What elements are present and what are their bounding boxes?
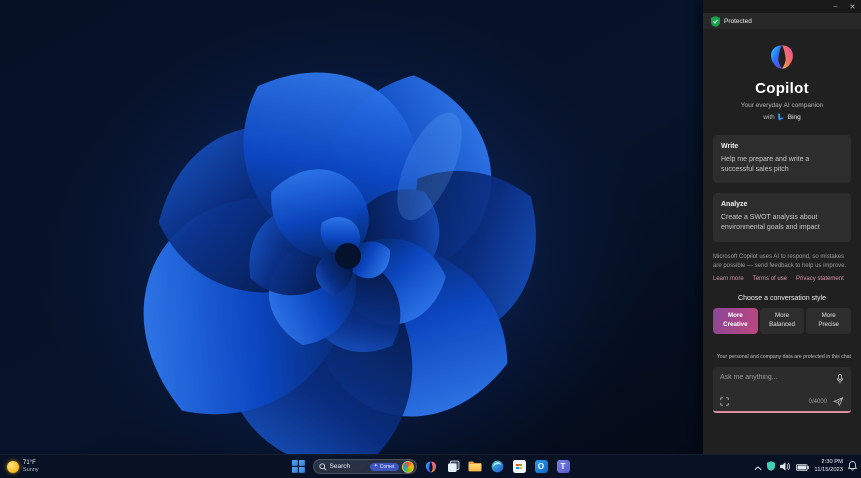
link-terms-of-use[interactable]: Terms of use bbox=[753, 276, 787, 282]
suggestion-card-analyze[interactable]: Analyze Create a SWOT analysis about env… bbox=[713, 193, 851, 241]
search-icon bbox=[319, 463, 327, 471]
style-option-line: Creative bbox=[723, 321, 747, 330]
protected-shield-icon bbox=[711, 16, 720, 27]
search-placeholder: Search bbox=[330, 463, 351, 470]
edge-icon bbox=[491, 460, 504, 473]
speaker-icon[interactable] bbox=[780, 458, 791, 476]
outlook-letter: O bbox=[538, 462, 544, 471]
tray-time: 2:30 PM bbox=[821, 459, 843, 466]
teams-button[interactable]: T bbox=[556, 459, 571, 474]
weather-widget[interactable]: 71°F Sunny bbox=[2, 455, 44, 478]
copilot-logo bbox=[767, 42, 797, 72]
privacy-note: Your personal and company data are prote… bbox=[713, 353, 851, 360]
windows-start-icon bbox=[292, 460, 305, 473]
send-icon[interactable] bbox=[833, 397, 844, 406]
close-button[interactable]: ✕ bbox=[844, 0, 861, 13]
store-button[interactable] bbox=[512, 459, 527, 474]
ai-disclaimer: Microsoft Copilot uses AI to respond, so… bbox=[713, 253, 851, 272]
style-option-line: More bbox=[775, 312, 789, 321]
copilot-title: Copilot bbox=[755, 80, 809, 97]
conversation-style-group: More Creative More Balanced More Precise bbox=[713, 308, 851, 334]
protected-badge: Protected bbox=[703, 13, 861, 29]
card-title: Analyze bbox=[721, 201, 843, 208]
mic-icon[interactable] bbox=[836, 374, 844, 384]
panel-content: Copilot Your everyday AI companion with … bbox=[703, 29, 861, 455]
minimize-button[interactable]: – bbox=[827, 0, 844, 13]
with-text: with bbox=[763, 114, 775, 121]
style-more-balanced[interactable]: More Balanced bbox=[760, 308, 805, 334]
security-shield-icon[interactable] bbox=[767, 458, 775, 476]
teams-letter: T bbox=[561, 462, 566, 471]
privacy-note-text: Your personal and company data are prote… bbox=[717, 354, 851, 360]
desktop: – ✕ Protected bbox=[0, 0, 861, 478]
bing-label: Bing bbox=[788, 114, 801, 121]
link-learn-more[interactable]: Learn more bbox=[713, 276, 744, 282]
outlook-icon: O bbox=[535, 460, 548, 473]
style-option-line: Balanced bbox=[769, 321, 795, 330]
copilot-panel: – ✕ Protected bbox=[703, 0, 861, 455]
card-title: Write bbox=[721, 143, 843, 150]
store-icon bbox=[513, 460, 526, 473]
tray-date: 11/15/2023 bbox=[814, 467, 843, 474]
edge-button[interactable] bbox=[490, 459, 505, 474]
battery-icon[interactable] bbox=[796, 458, 809, 476]
teams-icon: T bbox=[557, 460, 570, 473]
card-body: Help me prepare and write a successful s… bbox=[721, 155, 843, 175]
suggestion-card-write[interactable]: Write Help me prepare and write a succes… bbox=[713, 135, 851, 183]
task-view-button[interactable] bbox=[446, 459, 461, 474]
weather-condition: Sunny bbox=[23, 467, 39, 474]
style-chooser-heading: Choose a conversation style bbox=[738, 295, 826, 302]
msn-circle-icon[interactable] bbox=[402, 461, 414, 473]
chat-input[interactable] bbox=[720, 374, 832, 381]
task-view-icon bbox=[447, 460, 460, 473]
style-more-creative[interactable]: More Creative bbox=[713, 308, 758, 334]
search-box[interactable]: Search ✦ Comet bbox=[313, 459, 417, 474]
outlook-button[interactable]: O bbox=[534, 459, 549, 474]
sun-icon bbox=[7, 461, 19, 473]
with-bing-row: with Bing bbox=[763, 112, 801, 122]
style-option-line: Precise bbox=[818, 321, 839, 330]
composer[interactable]: 0/4000 bbox=[713, 367, 851, 413]
chevron-up-icon[interactable] bbox=[754, 458, 762, 476]
file-explorer-button[interactable] bbox=[468, 459, 483, 474]
weather-temperature: 71°F bbox=[23, 460, 39, 467]
search-highlight-label: Comet bbox=[380, 464, 395, 470]
clock[interactable]: 2:30 PM 11/15/2023 bbox=[814, 459, 843, 473]
card-body: Create a SWOT analysis about environment… bbox=[721, 213, 843, 233]
bell-icon[interactable] bbox=[848, 458, 857, 476]
file-explorer-icon bbox=[468, 461, 482, 472]
copilot-subtitle: Your everyday AI companion bbox=[741, 102, 824, 109]
shield-outline-icon bbox=[713, 353, 714, 360]
footer-links: Learn more Terms of use Privacy statemen… bbox=[713, 276, 851, 282]
taskbar-center: Search ✦ Comet bbox=[291, 455, 571, 478]
panel-titlebar: – ✕ bbox=[703, 0, 861, 13]
protected-label: Protected bbox=[724, 18, 752, 25]
search-highlight-pill[interactable]: ✦ Comet bbox=[370, 463, 399, 471]
bing-icon bbox=[777, 112, 785, 122]
system-tray: 2:30 PM 11/15/2023 bbox=[754, 455, 857, 478]
sparkle-icon: ✦ bbox=[374, 464, 378, 469]
copilot-icon bbox=[424, 460, 438, 474]
style-option-line: More bbox=[728, 312, 743, 321]
taskbar: 71°F Sunny Search bbox=[0, 454, 861, 478]
style-option-line: More bbox=[822, 312, 836, 321]
copilot-taskbar-button[interactable] bbox=[424, 459, 439, 474]
start-button[interactable] bbox=[291, 459, 306, 474]
screenshot-icon[interactable] bbox=[720, 397, 729, 406]
char-counter: 0/4000 bbox=[809, 399, 827, 405]
link-privacy-statement[interactable]: Privacy statement bbox=[796, 276, 844, 282]
style-more-precise[interactable]: More Precise bbox=[806, 308, 851, 334]
